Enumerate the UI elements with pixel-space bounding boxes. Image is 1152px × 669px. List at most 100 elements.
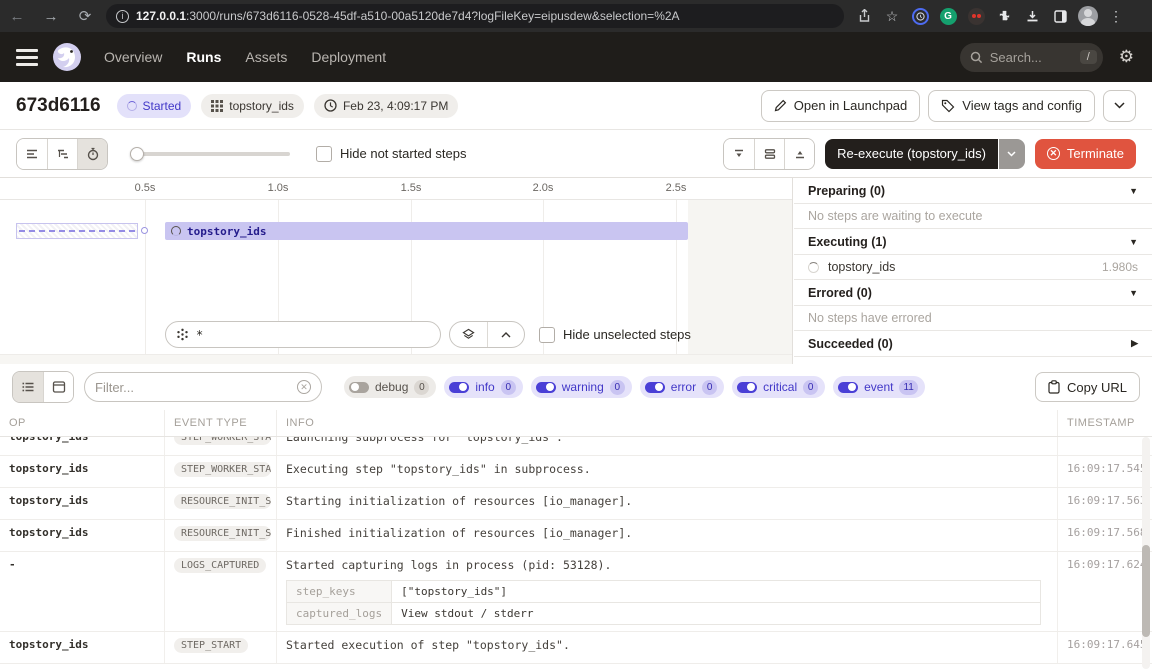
search-shortcut-badge: / (1080, 50, 1097, 64)
zoom-slider-handle[interactable] (130, 147, 144, 161)
nav-runs[interactable]: Runs (186, 49, 221, 65)
toggle-debug-count: 0 (414, 380, 429, 395)
nav-deployment[interactable]: Deployment (311, 49, 386, 65)
toggle-error-label: error (671, 380, 696, 394)
toggle-info[interactable]: info 0 (444, 376, 522, 398)
toggle-error-count: 0 (702, 380, 717, 395)
log-filter-input[interactable] (95, 380, 291, 395)
copy-url-button[interactable]: Copy URL (1035, 372, 1140, 402)
nav-assets[interactable]: Assets (245, 49, 287, 65)
log-row[interactable]: topstory_ids STEP_START Started executio… (0, 632, 1152, 664)
gantt-plot-area: topstory_ids Hide unselected (0, 200, 792, 364)
log-row[interactable]: topstory_ids STEP_WORKER_STARTED Executi… (0, 456, 1152, 488)
url-text: 127.0.0.1:3000/runs/673d6116-0528-45df-a… (136, 9, 680, 23)
flat-view-button[interactable] (17, 139, 47, 169)
collapse-down-button[interactable] (724, 139, 754, 169)
global-search[interactable]: Search... / (960, 43, 1103, 72)
hamburger-menu-icon[interactable] (16, 49, 38, 66)
reload-icon[interactable]: ⟳ (68, 7, 102, 25)
hide-unselected-checkbox[interactable] (539, 327, 555, 343)
zoom-slider[interactable] (130, 152, 290, 156)
reexecute-dropdown-button[interactable] (999, 139, 1025, 169)
col-timestamp: TIMESTAMP (1058, 410, 1152, 436)
toggle-warning[interactable]: warning 0 (531, 376, 632, 398)
run-more-actions-button[interactable] (1103, 90, 1136, 122)
terminate-button[interactable]: ✕ Terminate (1035, 139, 1136, 169)
toggle-event-count: 11 (899, 380, 917, 395)
url-host: 127.0.0.1 (136, 9, 186, 23)
log-row-logs-captured[interactable]: - LOGS_CAPTURED Started capturing logs i… (0, 552, 1152, 632)
log-scrollbar-thumb[interactable] (1142, 545, 1150, 637)
extension-grammarly-icon[interactable]: G (936, 4, 960, 28)
job-name-tag[interactable]: topstory_ids (201, 94, 304, 118)
caret-right-icon: ▶ (1131, 338, 1138, 349)
executing-step-row[interactable]: topstory_ids 1.980s (794, 255, 1152, 280)
section-errored-title: Errored (0) (808, 286, 872, 300)
settings-gear-icon[interactable]: ⚙ (1119, 47, 1134, 67)
raw-log-view-button[interactable] (43, 372, 73, 402)
share-icon[interactable] (852, 4, 876, 28)
gantt-step-bar[interactable]: topstory_ids (165, 222, 688, 240)
switch-icon (737, 382, 757, 393)
open-in-launchpad-button[interactable]: Open in Launchpad (761, 90, 920, 122)
profile-avatar[interactable] (1076, 4, 1100, 28)
clipboard-icon (1048, 380, 1060, 394)
toggle-critical[interactable]: critical 0 (732, 376, 825, 398)
reexecute-button[interactable]: Re-execute (topstory_ids) (825, 139, 998, 169)
chevron-down-icon (1114, 102, 1125, 109)
browser-menu-icon[interactable]: ⋮ (1104, 4, 1128, 28)
job-grid-icon (211, 100, 223, 112)
toggle-debug[interactable]: debug 0 (344, 376, 436, 398)
dagster-logo[interactable] (52, 42, 82, 72)
section-succeeded[interactable]: Succeeded (0) ▶ (794, 331, 1152, 357)
pencil-icon (774, 99, 787, 112)
structured-log-view-button[interactable] (13, 372, 43, 402)
gantt-horizontal-scrollbar[interactable] (0, 354, 792, 364)
event-type-badge: STEP_WORKER_STARTI… (174, 437, 271, 445)
axis-tick: 1.0s (268, 182, 289, 194)
gantt-step-label: topstory_ids (187, 225, 266, 238)
log-row[interactable]: topstory_ids STEP_WORKER_STARTI… Launchi… (0, 437, 1152, 456)
site-info-icon[interactable]: i (116, 10, 129, 23)
expand-up-button[interactable] (784, 139, 814, 169)
hide-not-started-checkbox[interactable] (316, 146, 332, 162)
waterfall-view-button[interactable] (47, 139, 77, 169)
run-header: 673d6116 Started topstory_ids Feb 23, 4:… (0, 82, 1152, 130)
hide-not-started-label[interactable]: Hide not started steps (340, 146, 466, 161)
extension-clock-icon[interactable] (908, 4, 932, 28)
section-errored[interactable]: Errored (0) ▼ (794, 280, 1152, 306)
back-icon[interactable]: ← (0, 8, 34, 25)
bookmark-star-icon[interactable]: ☆ (880, 4, 904, 28)
toggle-event[interactable]: event 11 (833, 376, 925, 398)
url-bar[interactable]: i 127.0.0.1:3000/runs/673d6116-0528-45df… (106, 4, 844, 28)
timed-view-button[interactable] (77, 139, 107, 169)
forward-icon[interactable]: → (34, 8, 68, 25)
log-row[interactable]: topstory_ids RESOURCE_INIT_SUCC… Finishe… (0, 520, 1152, 552)
toggle-error[interactable]: error 0 (640, 376, 724, 398)
col-info: INFO (277, 410, 1058, 436)
section-preparing[interactable]: Preparing (0) ▼ (794, 178, 1152, 204)
extensions-puzzle-icon[interactable] (992, 4, 1016, 28)
errored-empty-text: No steps have errored (794, 306, 1152, 331)
copy-url-label: Copy URL (1067, 380, 1127, 395)
section-executing-title: Executing (1) (808, 235, 887, 249)
extension-eyes-icon[interactable] (964, 4, 988, 28)
app-navbar: Overview Runs Assets Deployment Search..… (0, 32, 1152, 82)
step-selector-input[interactable] (196, 328, 430, 342)
chevron-up-button[interactable] (487, 322, 524, 347)
layers-icon-button[interactable] (450, 322, 487, 347)
switch-icon (838, 382, 858, 393)
toggle-warning-count: 0 (610, 380, 625, 395)
nav-overview[interactable]: Overview (104, 49, 162, 65)
hide-unselected-label[interactable]: Hide unselected steps (563, 327, 691, 342)
section-executing[interactable]: Executing (1) ▼ (794, 229, 1152, 255)
view-tags-config-button[interactable]: View tags and config (928, 90, 1095, 122)
view-tags-config-label: View tags and config (962, 98, 1082, 113)
clear-filter-icon[interactable]: ✕ (297, 380, 311, 394)
downloads-icon[interactable] (1020, 4, 1044, 28)
view-stdout-link[interactable]: View stdout / stderr (392, 603, 1041, 625)
event-type-badge: LOGS_CAPTURED (174, 558, 266, 573)
split-panels-button[interactable] (754, 139, 784, 169)
log-row[interactable]: topstory_ids RESOURCE_INIT_STAR… Startin… (0, 488, 1152, 520)
side-panel-icon[interactable] (1048, 4, 1072, 28)
